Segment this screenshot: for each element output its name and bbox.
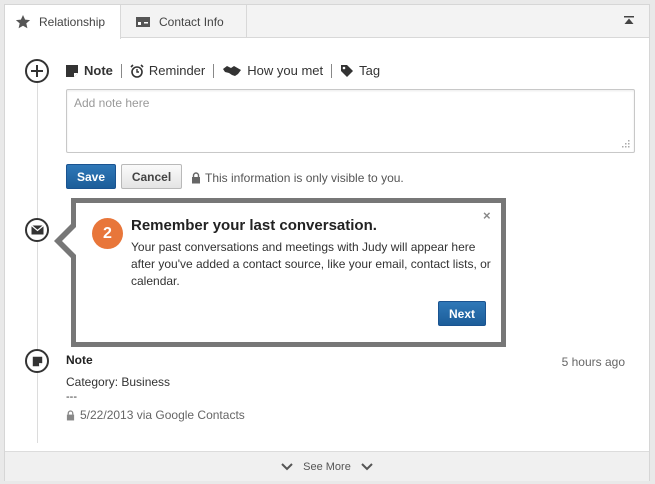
- reminder-action[interactable]: Reminder: [130, 63, 205, 78]
- envelope-icon: [30, 225, 44, 235]
- add-circle-icon[interactable]: [25, 59, 49, 83]
- save-button[interactable]: Save: [66, 164, 116, 189]
- note-entry-source: 5/22/2013 via Google Contacts: [66, 408, 245, 422]
- tab-contact-info-label: Contact Info: [159, 14, 224, 29]
- cancel-button[interactable]: Cancel: [121, 164, 182, 189]
- see-more-bar[interactable]: See More: [5, 451, 649, 481]
- note-entry-time: 5 hours ago: [561, 355, 625, 369]
- chevron-down-icon: [281, 462, 293, 470]
- action-divider: [120, 63, 122, 78]
- step-badge: 2: [92, 218, 123, 249]
- handshake-icon: [223, 65, 242, 76]
- email-circle-icon: [25, 218, 49, 242]
- tag-action[interactable]: Tag: [340, 63, 380, 78]
- tab-relationship-label: Relationship: [39, 15, 106, 29]
- note-entry-title: Note: [66, 353, 93, 367]
- note-icon: [32, 356, 42, 366]
- tab-bar: Relationship Contact Info: [5, 5, 649, 39]
- note-action-bar: Note Reminder How you met Tag: [65, 63, 380, 78]
- note-input[interactable]: Add note here: [66, 89, 635, 153]
- note-icon: [66, 64, 78, 77]
- note-entry-circle-icon: [25, 349, 49, 373]
- contact-card-icon: [136, 16, 150, 27]
- callout-pointer-inner: [62, 226, 77, 256]
- collapse-icon[interactable]: [623, 15, 635, 27]
- how-you-met-action-label: How you met: [247, 63, 324, 78]
- see-more-label: See More: [303, 460, 351, 473]
- relationship-panel: Relationship Contact Info Note Reminder …: [4, 4, 650, 481]
- tag-action-label: Tag: [359, 63, 381, 78]
- tab-contact-info[interactable]: Contact Info: [121, 5, 247, 38]
- alarm-clock-icon: [130, 63, 144, 78]
- note-entry-separator: ---: [66, 391, 77, 403]
- note-action[interactable]: Note: [65, 63, 113, 78]
- callout-body: Your past conversations and meetings wit…: [131, 240, 491, 288]
- reminder-action-label: Reminder: [148, 63, 206, 78]
- callout-title: Remember your last conversation.: [131, 217, 377, 234]
- note-entry-source-text: 5/22/2013 via Google Contacts: [80, 408, 245, 422]
- note-action-label: Note: [84, 63, 113, 78]
- action-divider: [331, 63, 333, 78]
- privacy-text: This information is only visible to you.: [205, 171, 404, 185]
- action-divider: [213, 63, 215, 78]
- plus-icon: [31, 65, 43, 77]
- lock-icon: [192, 172, 200, 184]
- close-icon[interactable]: ×: [483, 208, 491, 223]
- resize-grip-icon[interactable]: [620, 138, 630, 148]
- note-entry-category: Category: Business: [66, 375, 171, 389]
- how-you-met-action[interactable]: How you met: [222, 63, 323, 78]
- tag-icon: [341, 64, 354, 77]
- star-icon: [15, 15, 31, 29]
- next-button[interactable]: Next: [438, 301, 486, 326]
- chevron-down-icon: [361, 462, 373, 470]
- timeline-line: [37, 83, 38, 443]
- privacy-note: This information is only visible to you.: [191, 171, 404, 185]
- note-input-placeholder: Add note here: [74, 96, 150, 110]
- lock-icon: [66, 409, 75, 420]
- tab-relationship[interactable]: Relationship: [5, 5, 121, 39]
